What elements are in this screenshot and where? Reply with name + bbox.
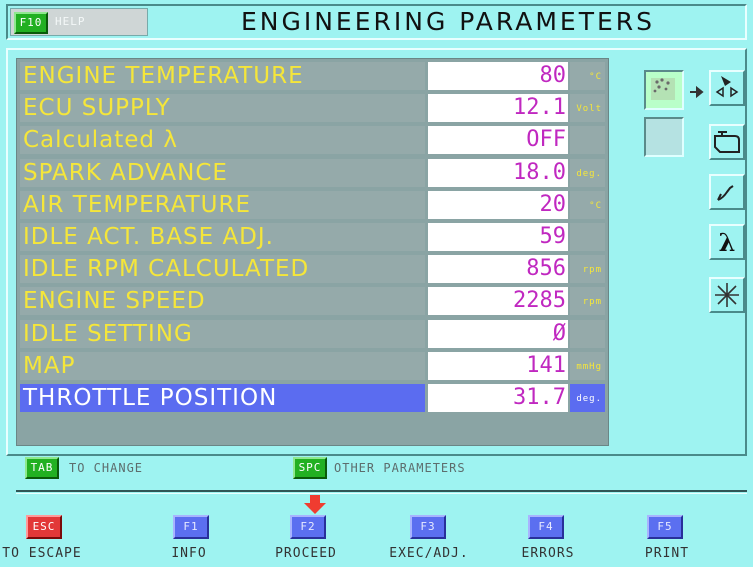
parameter-name: IDLE SETTING [20, 319, 425, 348]
f1-key-label: INFO [171, 546, 207, 561]
parameter-row[interactable]: AIR TEMPERATURE 20 °C [20, 189, 605, 221]
lambda-sensor-button[interactable] [709, 174, 745, 210]
parameter-unit: deg. [570, 158, 605, 187]
parameter-name: THROTTLE POSITION [20, 384, 425, 412]
parameter-name: Calculated λ [20, 126, 425, 155]
parameter-unit: rpm [570, 287, 605, 316]
parameter-value: 20 [428, 190, 568, 219]
parameter-unit: mmHg [570, 351, 605, 380]
f2-key[interactable]: F2 [290, 515, 326, 539]
spc-key[interactable]: SPC [293, 457, 327, 479]
svg-text:λ: λ [719, 228, 736, 257]
parameter-name: MAP [20, 351, 425, 380]
tab-hint: TO CHANGE [69, 461, 144, 475]
parameter-value: 12.1 [428, 94, 568, 123]
tab-key[interactable]: TAB [25, 457, 59, 479]
f5-key[interactable]: F5 [647, 515, 683, 539]
f4-key-label: ERRORS [521, 546, 575, 561]
lambda-button[interactable]: λ [709, 224, 745, 260]
parameter-unit: °C [570, 62, 605, 90]
footer-divider [16, 490, 747, 492]
spc-hint: OTHER PARAMETERS [334, 461, 466, 475]
snowflake-icon [715, 283, 739, 307]
parameter-unit: Volt [570, 94, 605, 123]
engine-diagram-button[interactable] [709, 70, 745, 106]
f2-key-label: PROCEED [275, 546, 337, 561]
actuator-icon [715, 76, 739, 98]
engine-status-panel [644, 70, 684, 110]
parameter-value: 2285 [428, 287, 568, 316]
footer-divider-highlight [16, 493, 747, 494]
current-key-arrow-icon [303, 495, 327, 515]
lambda-sensor-icon [717, 185, 734, 201]
parameter-row[interactable]: IDLE RPM CALCULATED 856 rpm [20, 253, 605, 285]
f3-key[interactable]: F3 [410, 515, 446, 539]
parameter-name: ENGINE SPEED [20, 287, 425, 316]
secondary-status-panel [644, 117, 684, 157]
parameter-value: 18.0 [428, 158, 568, 187]
engine-block-icon [714, 131, 740, 153]
cold-start-button[interactable] [709, 277, 745, 313]
f1-key[interactable]: F1 [173, 515, 209, 539]
f3-key-label: EXEC/ADJ. [389, 546, 469, 561]
parameter-unit: deg. [570, 384, 605, 412]
parameter-unit: rpm [570, 255, 605, 284]
esc-key-label: TO ESCAPE [2, 546, 82, 561]
engine-diagram-icon [651, 78, 675, 100]
parameter-unit [570, 223, 605, 251]
parameter-row[interactable]: MAP 141 mmHg [20, 350, 605, 382]
parameter-value: 856 [428, 255, 568, 284]
page-title: ENGINEERING PARAMETERS [240, 7, 655, 36]
parameter-unit [570, 126, 605, 155]
help-box[interactable]: F10 HELP [10, 8, 148, 36]
f4-key[interactable]: F4 [528, 515, 564, 539]
parameter-value: 31.7 [428, 384, 568, 412]
f10-key[interactable]: F10 [14, 12, 48, 34]
parameter-value: Ø [428, 319, 568, 348]
parameter-name: IDLE RPM CALCULATED [20, 255, 425, 284]
help-label: HELP [55, 15, 86, 28]
parameter-row[interactable]: ENGINE TEMPERATURE 80 °C [20, 60, 605, 92]
parameter-value: 141 [428, 351, 568, 380]
parameter-name: IDLE ACT. BASE ADJ. [20, 223, 425, 251]
parameter-row[interactable]: SPARK ADVANCE 18.0 deg. [20, 157, 605, 189]
parameter-unit: °C [570, 190, 605, 219]
parameter-row[interactable]: ENGINE SPEED 2285 rpm [20, 285, 605, 317]
engine-block-button[interactable] [709, 124, 745, 160]
parameter-name: AIR TEMPERATURE [20, 190, 425, 219]
arrow-right-icon [688, 84, 708, 99]
parameter-row[interactable]: Calculated λ OFF [20, 124, 605, 156]
parameter-unit [570, 319, 605, 348]
parameter-value: 80 [428, 62, 568, 90]
parameter-value: 59 [428, 223, 568, 251]
parameter-row[interactable]: ECU SUPPLY 12.1 Volt [20, 92, 605, 124]
parameter-name: ENGINE TEMPERATURE [20, 62, 425, 90]
esc-key[interactable]: ESC [26, 515, 62, 539]
parameter-row[interactable]: IDLE ACT. BASE ADJ. 59 [20, 221, 605, 253]
lambda-icon: λ [719, 228, 736, 257]
parameter-name: SPARK ADVANCE [20, 158, 425, 187]
parameter-row[interactable]: IDLE SETTING Ø [20, 318, 605, 350]
f5-key-label: PRINT [644, 546, 690, 561]
parameter-row[interactable]: THROTTLE POSITION 31.7 deg. [20, 382, 605, 414]
parameter-value: OFF [428, 126, 568, 155]
parameter-name: ECU SUPPLY [20, 94, 425, 123]
